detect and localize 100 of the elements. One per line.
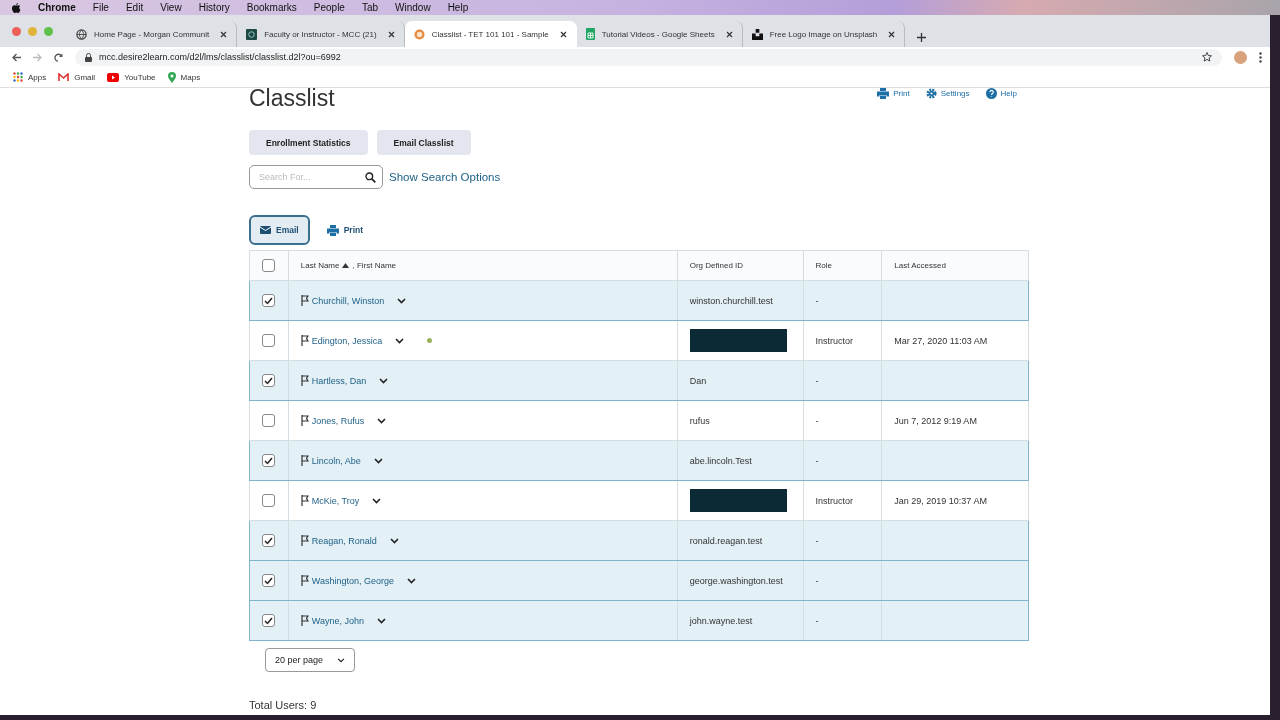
- app-menu[interactable]: Chrome: [38, 2, 76, 13]
- checkbox[interactable]: [262, 259, 276, 272]
- student-name-link[interactable]: Reagan, Ronald: [311, 535, 377, 546]
- flag-icon[interactable]: [300, 455, 309, 466]
- action-button[interactable]: Email: [249, 215, 310, 245]
- star-icon[interactable]: [1202, 52, 1212, 62]
- chevron-down-icon[interactable]: [397, 297, 407, 304]
- checkbox[interactable]: [262, 574, 276, 587]
- student-name-link[interactable]: Churchill, Winston: [311, 295, 385, 306]
- menu-item[interactable]: Help: [447, 2, 469, 13]
- close-tab-icon[interactable]: [559, 30, 567, 38]
- globe-icon: [76, 28, 87, 40]
- bookmark[interactable]: Apps: [13, 72, 47, 82]
- page-size-dropdown[interactable]: 20 per page: [265, 648, 356, 672]
- browser-tab[interactable]: Tutorial Videos - Google Sheets: [576, 21, 743, 47]
- reload-icon[interactable]: [54, 52, 63, 62]
- bookmark[interactable]: Maps: [167, 71, 201, 83]
- close-window-icon[interactable]: [12, 26, 21, 36]
- toolbar-button[interactable]: Email Classlist: [376, 130, 471, 155]
- checkbox[interactable]: [262, 534, 276, 547]
- toolbar-button[interactable]: Enrollment Statistics: [249, 130, 368, 155]
- table-cell: john.wayne.test: [689, 615, 753, 626]
- student-name-link[interactable]: Hartless, Dan: [311, 375, 367, 386]
- menu-item[interactable]: History: [198, 2, 230, 13]
- checkbox[interactable]: [262, 294, 276, 307]
- student-name-link[interactable]: McKie, Troy: [311, 495, 360, 506]
- menu-item[interactable]: Tab: [361, 2, 379, 13]
- menu-item[interactable]: Edit: [125, 2, 144, 13]
- flag-icon[interactable]: [300, 335, 309, 346]
- site-icon: [413, 28, 425, 40]
- chevron-down-icon[interactable]: [379, 377, 389, 384]
- checkbox[interactable]: [262, 614, 276, 627]
- flag-icon[interactable]: [300, 375, 309, 386]
- menu-item[interactable]: People: [313, 2, 345, 13]
- browser-tab[interactable]: Free Logo Image on Unsplash: [742, 21, 906, 47]
- logo-icon: [751, 28, 763, 40]
- bookmark[interactable]: YouTube: [107, 72, 156, 82]
- flag-icon[interactable]: [300, 495, 309, 506]
- new-tab-icon[interactable]: [917, 33, 927, 42]
- menu-item[interactable]: View: [160, 2, 182, 13]
- checkbox[interactable]: [262, 454, 276, 467]
- spreadsheet-icon: [585, 28, 595, 40]
- header-link[interactable]: Help: [985, 88, 1017, 99]
- search-icon[interactable]: [365, 172, 376, 183]
- url-text: mcc.desire2learn.com/d2l/lms/classlist/classlist.d2l?ou=6992: [99, 52, 341, 62]
- flag-icon[interactable]: [300, 535, 309, 546]
- chevron-down-icon[interactable]: [377, 417, 387, 424]
- lock-icon: [85, 52, 92, 62]
- close-tab-icon[interactable]: [725, 30, 733, 38]
- menu-item[interactable]: Bookmarks: [246, 2, 297, 13]
- flag-icon[interactable]: [300, 295, 309, 306]
- chevron-down-icon[interactable]: [373, 457, 383, 464]
- column-header[interactable]: , First Name: [352, 261, 397, 270]
- table-cell: -: [815, 575, 819, 586]
- browser-tab[interactable]: Home Page - Morgan Communit: [67, 21, 238, 47]
- flag-icon[interactable]: [300, 415, 309, 426]
- chevron-down-icon[interactable]: [372, 497, 382, 504]
- student-name-link[interactable]: Washington, George: [311, 575, 394, 586]
- browser-tab[interactable]: Faculty or Instructor - MCC (21): [237, 21, 405, 47]
- student-name-link[interactable]: Wayne, John: [311, 615, 364, 626]
- chevron-down-icon[interactable]: [377, 617, 386, 624]
- chevron-down-icon[interactable]: [389, 537, 399, 544]
- table-cell: Dan: [689, 375, 707, 386]
- column-header[interactable]: Last Name: [300, 261, 340, 270]
- table-cell: -: [815, 535, 819, 546]
- browser-tab[interactable]: Classlist - TET 101 101 - Sample: [404, 21, 577, 47]
- site-icon: [246, 28, 258, 40]
- menu-item[interactable]: Window: [395, 2, 431, 13]
- search-field[interactable]: Search For...: [249, 165, 383, 189]
- sort-ascending-icon[interactable]: [342, 263, 350, 268]
- flag-icon[interactable]: [300, 615, 309, 626]
- checkbox[interactable]: [262, 494, 276, 507]
- menu-item[interactable]: File: [92, 2, 109, 13]
- student-name-link[interactable]: Jones, Rufus: [311, 415, 365, 426]
- header-link[interactable]: Print: [877, 88, 910, 99]
- student-name-link[interactable]: Lincoln, Abe: [311, 455, 361, 466]
- menu-icon[interactable]: [1259, 51, 1262, 63]
- chevron-down-icon: [337, 657, 346, 663]
- header-link[interactable]: Settings: [925, 88, 970, 99]
- apple-logo-icon[interactable]: [12, 2, 21, 13]
- bookmark[interactable]: Gmail: [58, 72, 96, 82]
- checkbox[interactable]: [262, 334, 276, 347]
- column-header[interactable]: Last Accessed: [894, 261, 946, 270]
- mail-icon: [260, 226, 271, 234]
- flag-icon[interactable]: [300, 575, 309, 586]
- address-bar[interactable]: mcc.desire2learn.com/d2l/lms/classlist/classlist.d2l?ou=6992: [75, 48, 1222, 66]
- student-name-link[interactable]: Edington, Jessica: [311, 335, 383, 346]
- action-button[interactable]: Print: [315, 215, 375, 245]
- close-tab-icon[interactable]: [387, 30, 395, 38]
- chevron-down-icon[interactable]: [407, 577, 416, 584]
- close-tab-icon[interactable]: [220, 30, 228, 38]
- chevron-down-icon[interactable]: [395, 337, 405, 344]
- checkbox[interactable]: [262, 374, 276, 387]
- close-tab-icon[interactable]: [888, 30, 896, 38]
- column-header[interactable]: Role: [815, 261, 832, 270]
- settings-icon: [925, 88, 937, 99]
- column-header[interactable]: Org Defined ID: [689, 261, 744, 270]
- back-icon[interactable]: [12, 52, 21, 62]
- checkbox[interactable]: [262, 414, 276, 427]
- search-options-link[interactable]: Show Search Options: [389, 171, 501, 183]
